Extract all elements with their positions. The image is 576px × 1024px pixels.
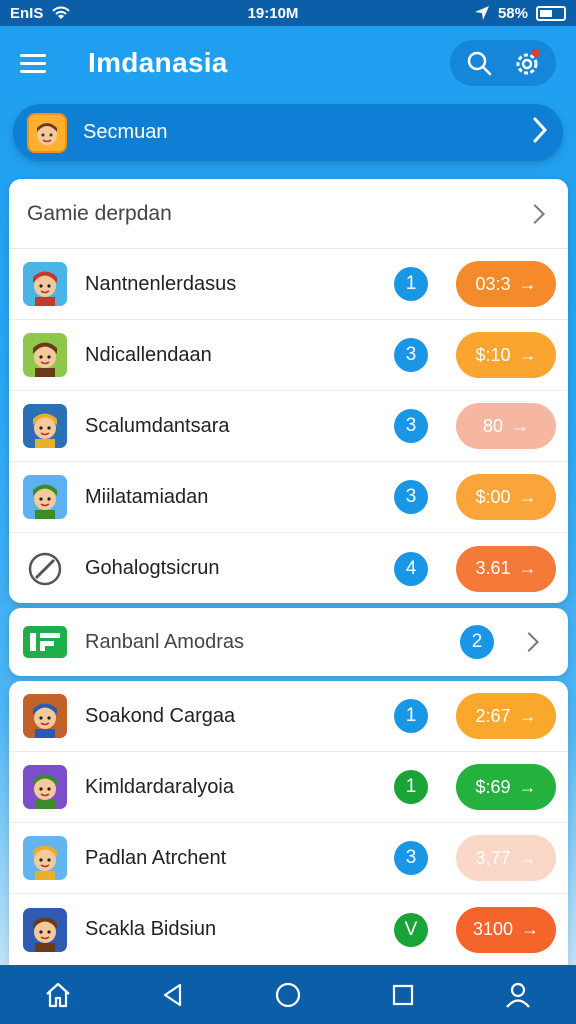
settings-gear-icon[interactable] [512, 48, 542, 78]
rank-badge: 1 [394, 770, 428, 804]
rank-badge: 3 [394, 338, 428, 372]
chevron-right-icon [531, 116, 549, 149]
price-button[interactable]: 3100 → [456, 906, 556, 953]
robot-character-icon [21, 763, 69, 811]
arrow-right-icon: → [518, 486, 537, 507]
category-name: Ranbanl Amodras [85, 630, 244, 653]
hamburger-menu-icon[interactable] [20, 46, 54, 80]
price-label: 03:3 [475, 273, 511, 294]
rank-badge: 3 [394, 409, 428, 443]
game-row[interactable]: Gohalogtsicrun 4 3.61 → [9, 533, 568, 603]
warrior-character-icon [21, 402, 69, 450]
game-name: Padlan Atrchent [85, 846, 227, 869]
price-button[interactable]: 03:3 → [456, 261, 556, 307]
carrier-label: EnIS [10, 4, 44, 22]
category-row[interactable]: Ranbanl Amodras 2 [9, 608, 568, 676]
price-label: $:00 [475, 486, 511, 507]
count-badge: 2 [460, 625, 494, 659]
game-row[interactable]: Padlan Atrchent 3 3,77 → [9, 823, 568, 894]
game-row[interactable]: Miilatamiadan 3 $:00 → [9, 462, 568, 533]
status-bar: EnIS 19:10M 58% [0, 0, 576, 26]
grid-logo-icon [21, 618, 69, 666]
price-label: $:69 [475, 776, 511, 797]
price-label: 3,77 [475, 847, 511, 868]
price-button[interactable]: 3.61 → [456, 545, 556, 592]
location-icon [474, 6, 489, 20]
avatar [27, 112, 67, 153]
arrow-right-icon: → [518, 344, 537, 365]
price-button[interactable]: 3,77 → [456, 835, 556, 881]
game-row[interactable]: Nantnenlerdasus 1 03:3 → [9, 249, 568, 320]
arrow-right-icon: → [518, 776, 537, 797]
bottom-nav-bar [0, 965, 576, 1024]
category-card[interactable]: Ranbanl Amodras 2 [9, 608, 568, 676]
game-name: Kimldardaralyoia [85, 775, 234, 798]
arrow-right-icon: → [518, 273, 537, 294]
goblin-character-icon [21, 331, 69, 379]
hero-character-icon [21, 692, 69, 740]
rank-badge: V [394, 912, 428, 947]
builder-character-icon [21, 834, 69, 882]
game-name: Ndicallendaan [85, 343, 212, 366]
game-row[interactable]: Soakond Cargaa 1 2:67 → [9, 681, 568, 752]
game-name: Soakond Cargaa [85, 704, 236, 727]
profile-bar[interactable]: Secmuan [13, 104, 563, 161]
price-label: 3.61 [475, 558, 511, 578]
circle-home-icon[interactable] [268, 975, 308, 1015]
rank-badge: 4 [394, 551, 428, 586]
section-title: Gamie derpdan [27, 201, 172, 225]
game-row[interactable]: Scalumdantsara 3 80 → [9, 391, 568, 462]
profile-icon[interactable] [498, 975, 538, 1015]
price-button[interactable]: 80 → [456, 403, 556, 449]
game-row[interactable]: Scakla Bidsiun V 3100 → [9, 894, 568, 965]
game-name: Nantnenlerdasus [85, 272, 237, 295]
rank-badge: 1 [394, 267, 428, 301]
battery-icon [536, 5, 566, 21]
game-name: Scalumdantsara [85, 414, 230, 437]
slash-circle-icon [21, 545, 69, 593]
price-label: 80 [482, 415, 504, 436]
profile-name: Secmuan [83, 121, 168, 143]
game-name: Gohalogtsicrun [85, 557, 220, 579]
arrow-right-icon: → [521, 919, 540, 939]
arrow-right-icon: → [511, 415, 530, 436]
section-header-games[interactable]: Gamie derpdan [9, 179, 568, 249]
recents-icon[interactable] [383, 975, 423, 1015]
arrow-right-icon: → [518, 558, 537, 578]
rank-badge: 1 [394, 699, 428, 733]
app-title: Imdanasia [88, 47, 228, 78]
game-row[interactable]: Kimldardaralyoia 1 $:69 → [9, 752, 568, 823]
back-icon[interactable] [153, 975, 193, 1015]
price-label: 2:67 [475, 705, 511, 726]
game-name: Scakla Bidsiun [85, 918, 217, 940]
elf-character-icon [21, 260, 69, 308]
game-row[interactable]: Ndicallendaan 3 $:10 → [9, 320, 568, 391]
arrow-right-icon: → [518, 705, 537, 726]
price-label: $:10 [475, 344, 511, 365]
price-button[interactable]: $:10 → [456, 332, 556, 378]
app-bar: Imdanasia [0, 26, 576, 100]
price-button[interactable]: $:69 → [456, 764, 556, 810]
chevron-right-icon [519, 632, 539, 652]
price-label: 3100 [472, 919, 514, 939]
battery-percent: 58% [497, 4, 528, 22]
price-button[interactable]: 2:67 → [456, 693, 556, 739]
game-list-card-2: Soakond Cargaa 1 2:67 → Kimldardaralyoia 1 $:6… [9, 681, 568, 965]
game-list-card: Gamie derpdan Nantnenlerdasus 1 03:3 → Ndica… [9, 179, 568, 603]
game-name: Miilatamiadan [85, 485, 209, 508]
knight-character-icon [21, 906, 69, 954]
status-time: 19:10M [247, 4, 299, 22]
home-icon[interactable] [38, 975, 78, 1015]
rank-badge: 3 [394, 480, 428, 514]
search-icon[interactable] [464, 48, 494, 78]
miner-character-icon [21, 473, 69, 521]
wifi-icon [52, 6, 71, 19]
arrow-right-icon: → [518, 847, 537, 868]
rank-badge: 3 [394, 841, 428, 875]
chevron-right-icon [525, 203, 545, 224]
appbar-actions [450, 40, 556, 86]
price-button[interactable]: $:00 → [456, 474, 556, 520]
